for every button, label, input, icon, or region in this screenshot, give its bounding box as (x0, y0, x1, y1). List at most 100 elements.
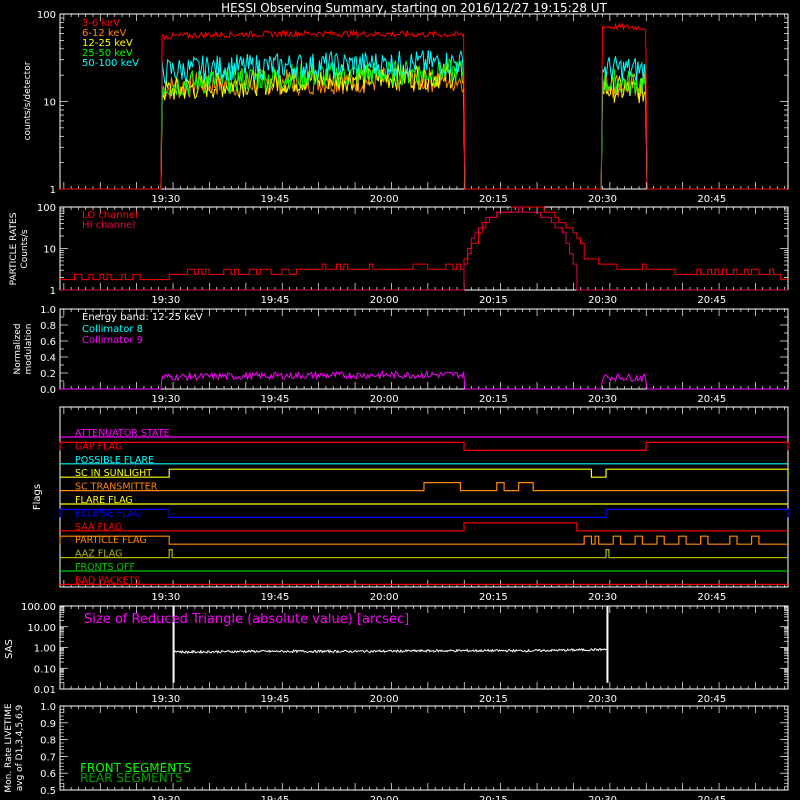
x-tick-label: 20:30 (588, 194, 617, 205)
flag-line (59, 441, 789, 451)
y-axis-label: PARTICLE RATES (9, 212, 19, 285)
flag-line (60, 468, 789, 478)
x-tick-label: 20:00 (370, 795, 399, 800)
y-tick-label: 0.6 (40, 769, 56, 780)
x-tick-label: 19:30 (151, 795, 180, 800)
y-tick-label: 0.2 (40, 369, 56, 380)
y-tick-label: 100 (37, 203, 56, 214)
legend-entry: Collimator 8 (82, 324, 143, 335)
x-tick-label: 19:45 (261, 394, 290, 405)
x-tick-label: 19:45 (261, 795, 290, 800)
flag-label: PARTICLE FLAG (75, 535, 147, 546)
x-tick-label: 19:45 (261, 592, 290, 603)
y-tick-label: 0.8 (40, 321, 56, 332)
y-tick-label: 0.5 (40, 786, 56, 797)
y-axis-label: modulation (24, 324, 34, 375)
observing-summary-figure: HESSI Observing Summary, starting on 201… (4, 1, 789, 800)
x-tick-label: 19:30 (151, 194, 180, 205)
legend-entry: HI channel (82, 220, 135, 231)
y-tick-label: 1 (50, 286, 56, 297)
x-tick-label: 20:45 (697, 795, 726, 800)
x-tick-label: 20:15 (479, 795, 508, 800)
annotation-label: Size of Reduced Triangle (absolute value… (84, 612, 409, 627)
livetime-panel: 19:30 19:45 20:00 20:15 20:30 20:45 0.5 0.6 0.7 0… (4, 702, 789, 800)
series-line (60, 22, 788, 190)
x-tick-label: 19:30 (151, 694, 180, 705)
y-tick-label: 10.00 (27, 623, 56, 634)
series-line (60, 61, 788, 190)
flag-line (59, 535, 788, 545)
y-tick-label: 0.7 (40, 752, 56, 763)
y-tick-label: 1.0 (40, 702, 56, 713)
y-tick-label: 0.4 (40, 353, 56, 364)
y-axis-label: Mon. Rate LIVETIME (4, 703, 14, 793)
x-tick-label: 20:15 (479, 295, 508, 306)
x-tick-label: 20:45 (697, 295, 726, 306)
y-tick-label: 0.0 (40, 385, 56, 396)
x-tick-label: 20:30 (588, 394, 617, 405)
x-tick-label: 20:15 (479, 694, 508, 705)
x-tick-label: 20:15 (479, 194, 508, 205)
x-tick-label: 20:45 (697, 394, 726, 405)
series-line (60, 206, 788, 281)
series-line (60, 369, 788, 390)
y-tick-label: 100.00 (21, 602, 56, 613)
flag-line (60, 482, 788, 492)
series-line (172, 647, 608, 655)
x-tick-label: 20:00 (370, 194, 399, 205)
x-tick-label: 19:45 (261, 694, 290, 705)
y-tick-label: 1.0 (40, 305, 56, 316)
particle-rate-panel: 19:30 19:45 20:00 20:15 20:30 20:45 1 10 100 PART… (9, 203, 789, 306)
sas-panel: 19:30 19:45 20:00 20:15 20:30 20:45 0.01 0.10 1.… (4, 602, 789, 705)
y-axis-label: Counts/s (20, 229, 30, 268)
flags-panel: 19:30 19:45 20:00 20:15 20:30 20:45FlagsATTEN… (32, 406, 789, 603)
y-tick-label: 0.9 (40, 719, 56, 730)
y-tick-label: 0.01 (34, 685, 56, 696)
x-tick-label: 19:45 (261, 194, 290, 205)
x-tick-label: 20:00 (370, 295, 399, 306)
x-tick-label: 20:00 (370, 394, 399, 405)
series-line (60, 66, 788, 190)
x-tick-label: 20:30 (588, 592, 617, 603)
x-tick-label: 20:45 (697, 592, 726, 603)
flag-line (60, 548, 788, 559)
count-rate-panel: 19:30 19:45 20:00 20:15 20:30 20:45 1 10 100 coun… (23, 10, 789, 205)
x-tick-label: 20:15 (479, 592, 508, 603)
legend-entry: 50-100 keV (82, 58, 139, 69)
flag-label: GAP FLAG (75, 441, 122, 452)
x-tick-label: 20:45 (697, 694, 726, 705)
x-tick-label: 20:45 (697, 194, 726, 205)
x-tick-label: 20:00 (370, 694, 399, 705)
figure-title: HESSI Observing Summary, starting on 201… (221, 1, 607, 15)
plot-frame (59, 13, 789, 190)
x-tick-label: 19:30 (151, 295, 180, 306)
flag-line (59, 508, 789, 519)
legend-entry: REAR SEGMENTS (80, 771, 183, 785)
y-axis-label: Flags (32, 484, 43, 510)
x-tick-label: 20:00 (370, 592, 399, 603)
y-tick-label: 10 (43, 245, 56, 256)
x-tick-label: 20:30 (588, 295, 617, 306)
y-tick-label: 0.6 (40, 337, 56, 348)
y-tick-label: 1.00 (34, 644, 56, 655)
legend-entry: Collimator 9 (82, 335, 143, 346)
y-tick-label: 1 (50, 185, 56, 196)
x-tick-label: 20:15 (479, 394, 508, 405)
x-tick-label: 20:30 (588, 795, 617, 800)
y-tick-label: 0.10 (34, 664, 56, 675)
flag-line (60, 522, 788, 532)
modulation-panel: 19:30 19:45 20:00 20:15 20:30 20:45 0.0 0.2 0.4 0… (13, 305, 789, 405)
flag-label: ECLIPSE FLAG (75, 508, 141, 519)
y-tick-label: 100 (37, 10, 56, 21)
x-tick-label: 19:30 (151, 394, 180, 405)
y-tick-label: 0.8 (40, 736, 56, 747)
x-tick-label: 19:30 (151, 592, 180, 603)
x-tick-label: 19:45 (261, 295, 290, 306)
y-axis-label: Normalized (13, 323, 23, 374)
y-axis-label: counts/s/detector (23, 61, 33, 140)
legend-title: Energy band: 12-25 keV (82, 312, 203, 323)
y-axis-label: avg of D1,3,4,5,6,9 (15, 704, 25, 791)
x-tick-label: 20:30 (588, 694, 617, 705)
y-tick-label: 10 (43, 98, 56, 109)
y-axis-label: SAS (4, 639, 15, 659)
